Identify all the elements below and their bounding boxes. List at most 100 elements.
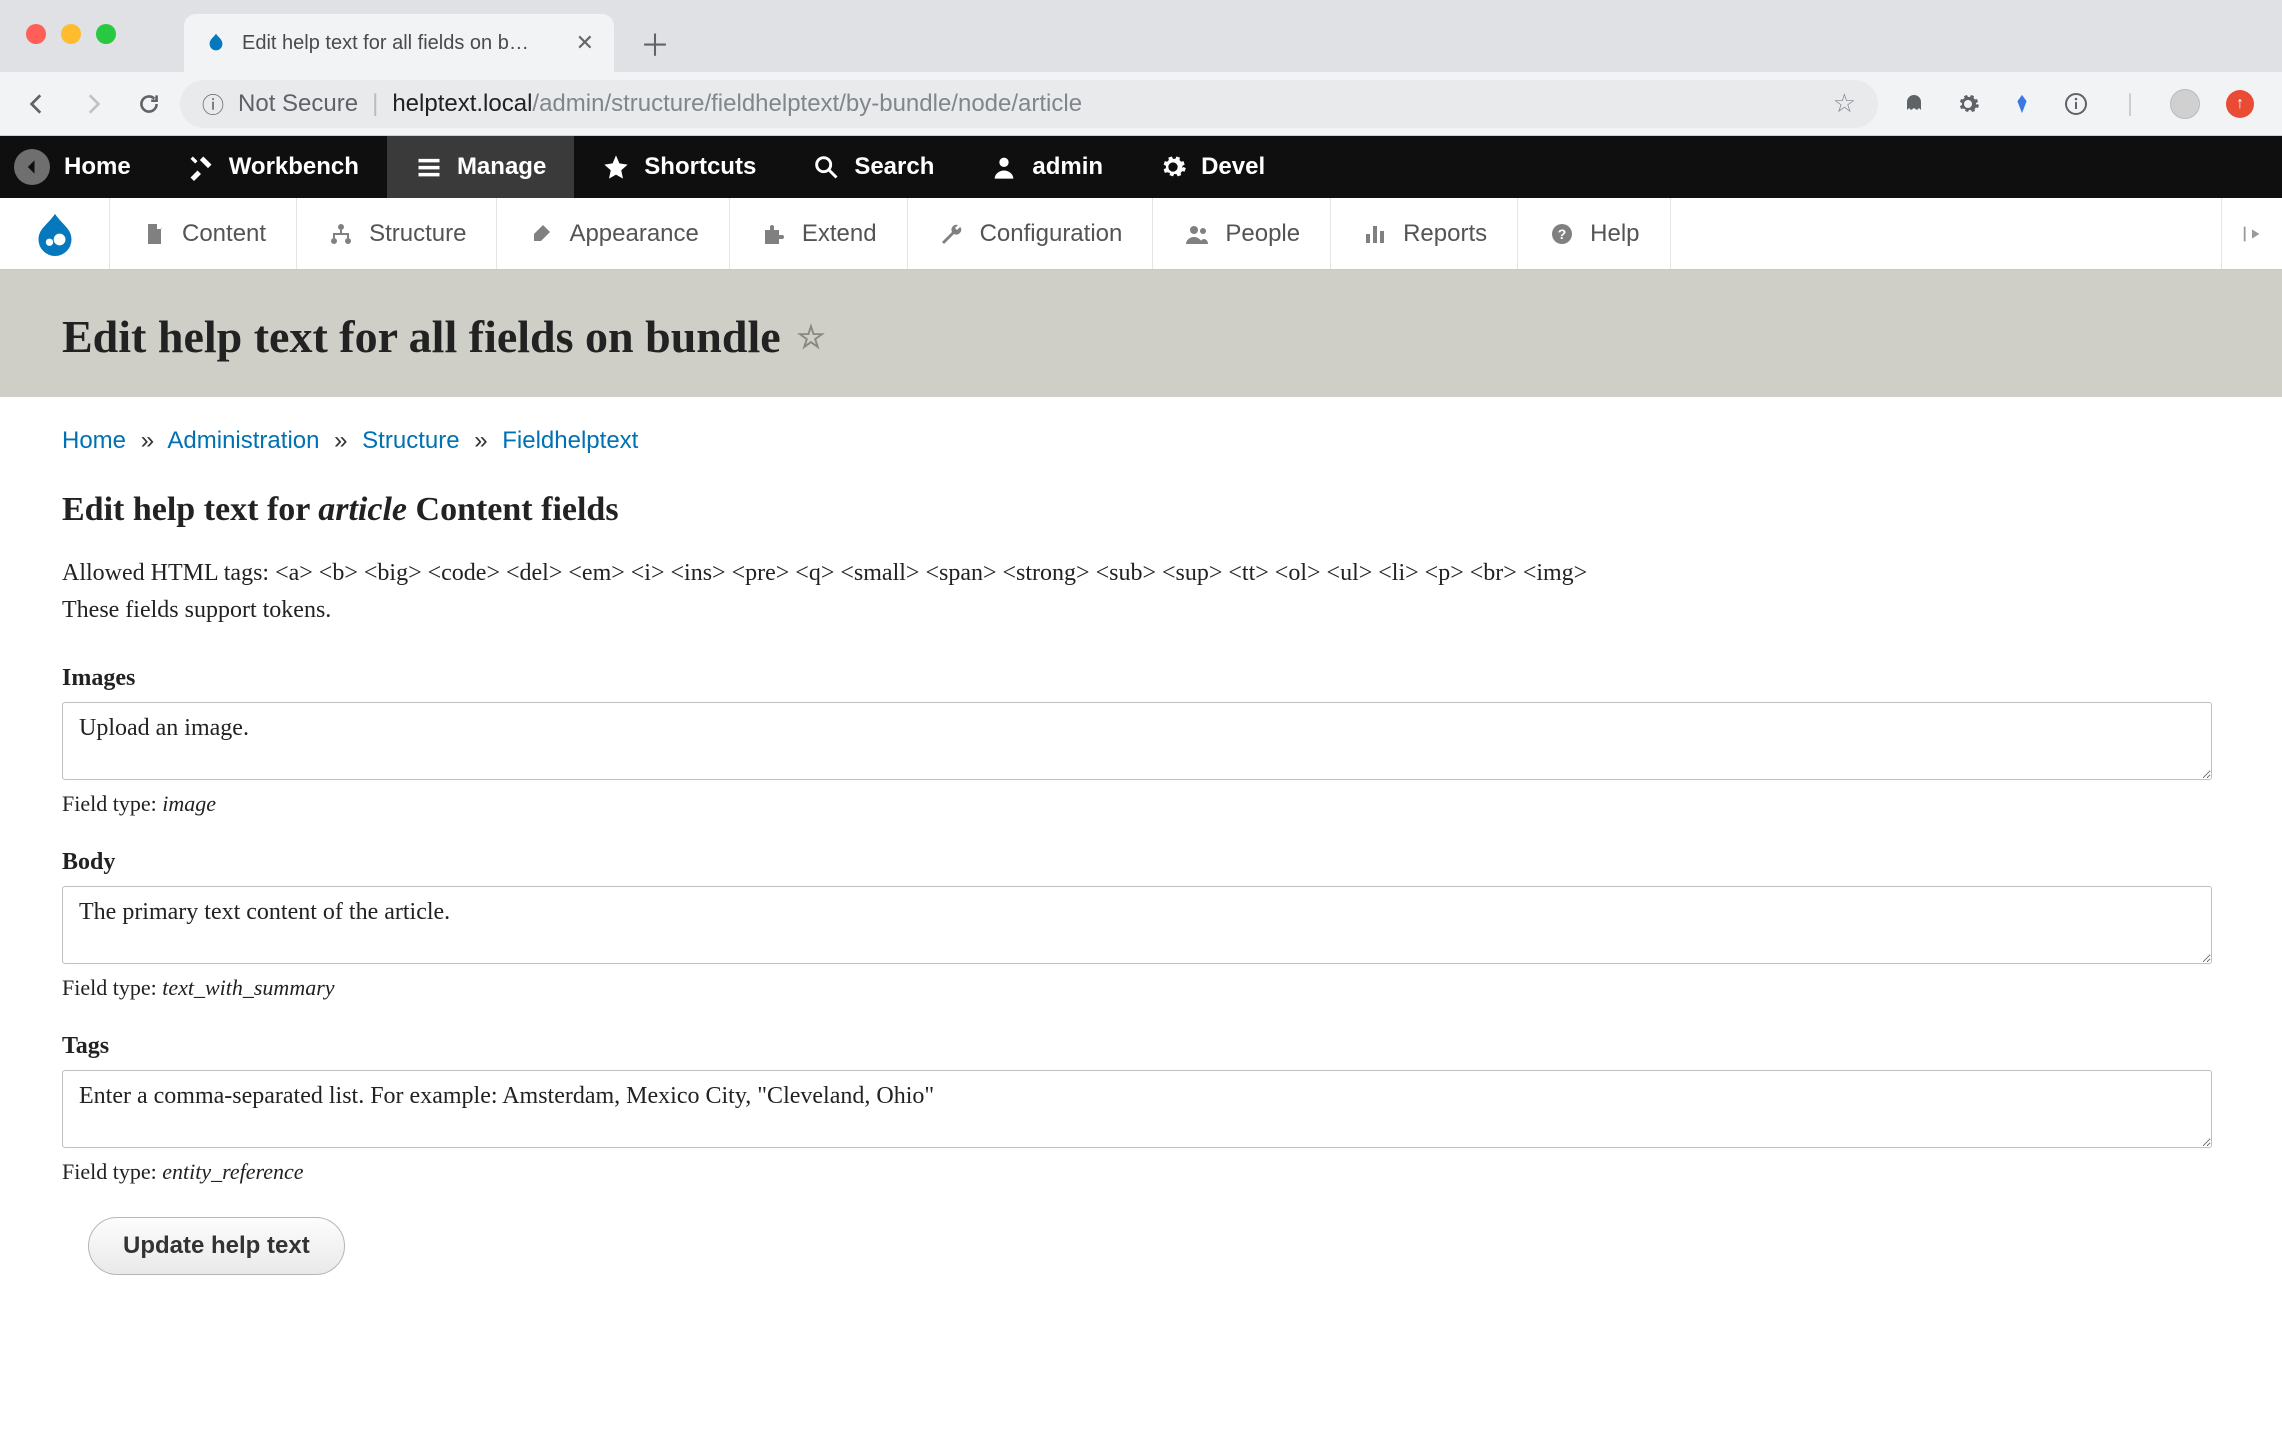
- field-images-label: Images: [62, 665, 2220, 692]
- ghostery-icon[interactable]: [1900, 90, 1928, 118]
- menu-people[interactable]: People: [1153, 198, 1331, 269]
- user-icon: [990, 153, 1018, 181]
- breadcrumb-home[interactable]: Home: [62, 427, 126, 454]
- hamburger-icon: [415, 153, 443, 181]
- tab-close-icon[interactable]: ✕: [576, 30, 594, 56]
- question-icon: ?: [1548, 220, 1576, 248]
- admin-toolbar: Home Workbench Manage Shortcuts Search a…: [0, 136, 2282, 198]
- menu-structure[interactable]: Structure: [297, 198, 497, 269]
- window-controls: [26, 24, 116, 44]
- toolbar-orientation-toggle[interactable]: [2222, 198, 2282, 269]
- toolbar-search-label: Search: [854, 153, 934, 181]
- tab-strip: Edit help text for all fields on b… ✕ ＋: [0, 0, 2282, 72]
- info-icon[interactable]: [2062, 90, 2090, 118]
- svg-text:?: ?: [1558, 226, 1567, 242]
- breadcrumb-structure[interactable]: Structure: [362, 427, 459, 454]
- menu-people-label: People: [1225, 220, 1300, 248]
- menu-reports-label: Reports: [1403, 220, 1487, 248]
- wrench-icon: [938, 220, 966, 248]
- menu-configuration-label: Configuration: [980, 220, 1123, 248]
- breadcrumb-separator: »: [466, 427, 495, 454]
- window-minimize-icon[interactable]: [61, 24, 81, 44]
- toolbar-home-label: Home: [64, 153, 131, 181]
- security-label: Not Secure: [238, 90, 358, 118]
- breadcrumb-separator: »: [326, 427, 355, 454]
- update-indicator-icon[interactable]: [2226, 90, 2254, 118]
- document-icon: [140, 220, 168, 248]
- breadcrumb: Home » Administration » Structure » Fiel…: [62, 427, 2220, 455]
- field-tags: Tags Field type: entity_reference: [62, 1033, 2220, 1185]
- tab-title: Edit help text for all fields on b…: [242, 32, 562, 55]
- people-icon: [1183, 220, 1211, 248]
- menu-help-label: Help: [1590, 220, 1639, 248]
- content-heading: Edit help text for article Content field…: [62, 491, 2220, 529]
- paintbrush-icon: [527, 220, 555, 248]
- bookmark-star-icon[interactable]: ☆: [1833, 88, 1856, 119]
- field-body: Body Field type: text_with_summary: [62, 849, 2220, 1001]
- toolbar-devel[interactable]: Devel: [1131, 136, 1293, 198]
- address-bar: ⓘ Not Secure | helptext.local/admin/stru…: [0, 72, 2282, 136]
- menu-appearance[interactable]: Appearance: [497, 198, 729, 269]
- menu-content-label: Content: [182, 220, 266, 248]
- field-tags-textarea[interactable]: [62, 1070, 2212, 1148]
- back-arrow-icon: [14, 149, 50, 185]
- toolbar-user-label: admin: [1032, 153, 1103, 181]
- browser-tab[interactable]: Edit help text for all fields on b… ✕: [184, 14, 614, 72]
- toolbar-workbench-label: Workbench: [229, 153, 359, 181]
- search-icon: [812, 153, 840, 181]
- profile-avatar[interactable]: [2170, 89, 2200, 119]
- toolbar-devel-label: Devel: [1201, 153, 1265, 181]
- field-body-type: Field type: text_with_summary: [62, 975, 2220, 1001]
- toolbar-manage-label: Manage: [457, 153, 546, 181]
- site-info-icon[interactable]: ⓘ: [202, 88, 224, 120]
- reload-button[interactable]: [124, 79, 174, 129]
- url-text: helptext.local/admin/structure/fieldhelp…: [392, 90, 1082, 118]
- extension-icons: |: [1884, 89, 2270, 119]
- menu-content[interactable]: Content: [110, 198, 297, 269]
- toolbar-search[interactable]: Search: [784, 136, 962, 198]
- url-bar[interactable]: ⓘ Not Secure | helptext.local/admin/stru…: [180, 80, 1878, 128]
- breadcrumb-administration[interactable]: Administration: [167, 427, 319, 454]
- star-icon: [602, 153, 630, 181]
- forward-button[interactable]: [68, 79, 118, 129]
- menu-help[interactable]: ? Help: [1518, 198, 1670, 269]
- toolbar-manage[interactable]: Manage: [387, 136, 574, 198]
- settings-gear-icon[interactable]: [1954, 90, 1982, 118]
- menu-reports[interactable]: Reports: [1331, 198, 1518, 269]
- toolbar-home[interactable]: Home: [0, 136, 159, 198]
- shortcut-star-icon[interactable]: ☆: [797, 318, 826, 356]
- update-help-text-button[interactable]: Update help text: [88, 1217, 345, 1275]
- toolbar-shortcuts[interactable]: Shortcuts: [574, 136, 784, 198]
- drupal-favicon-icon: [204, 31, 228, 55]
- back-button[interactable]: [12, 79, 62, 129]
- tools-icon: [187, 153, 215, 181]
- content-region: Home » Administration » Structure » Fiel…: [0, 397, 2282, 1335]
- pin-icon[interactable]: [2008, 90, 2036, 118]
- field-tags-type: Field type: entity_reference: [62, 1159, 2220, 1185]
- drupal-logo[interactable]: [0, 198, 110, 269]
- menu-configuration[interactable]: Configuration: [908, 198, 1154, 269]
- field-body-label: Body: [62, 849, 2220, 876]
- bar-chart-icon: [1361, 220, 1389, 248]
- separator: |: [372, 90, 378, 118]
- sitemap-icon: [327, 220, 355, 248]
- field-tags-label: Tags: [62, 1033, 2220, 1060]
- window-close-icon[interactable]: [26, 24, 46, 44]
- breadcrumb-separator: »: [133, 427, 162, 454]
- window-zoom-icon[interactable]: [96, 24, 116, 44]
- toolbar-workbench[interactable]: Workbench: [159, 136, 387, 198]
- gear-icon: [1159, 153, 1187, 181]
- menu-extend[interactable]: Extend: [730, 198, 908, 269]
- breadcrumb-fieldhelptext[interactable]: Fieldhelptext: [502, 427, 638, 454]
- page-title: Edit help text for all fields on bundle …: [62, 310, 2220, 363]
- field-images-type: Field type: image: [62, 791, 2220, 817]
- new-tab-button[interactable]: ＋: [632, 20, 678, 66]
- toolbar-user[interactable]: admin: [962, 136, 1131, 198]
- allowed-tags-description: Allowed HTML tags: <a> <b> <big> <code> …: [62, 555, 2220, 629]
- menu-extend-label: Extend: [802, 220, 877, 248]
- menu-appearance-label: Appearance: [569, 220, 698, 248]
- menu-spacer: [1671, 198, 2223, 269]
- page-title-region: Edit help text for all fields on bundle …: [0, 270, 2282, 397]
- field-images-textarea[interactable]: [62, 702, 2212, 780]
- field-body-textarea[interactable]: [62, 886, 2212, 964]
